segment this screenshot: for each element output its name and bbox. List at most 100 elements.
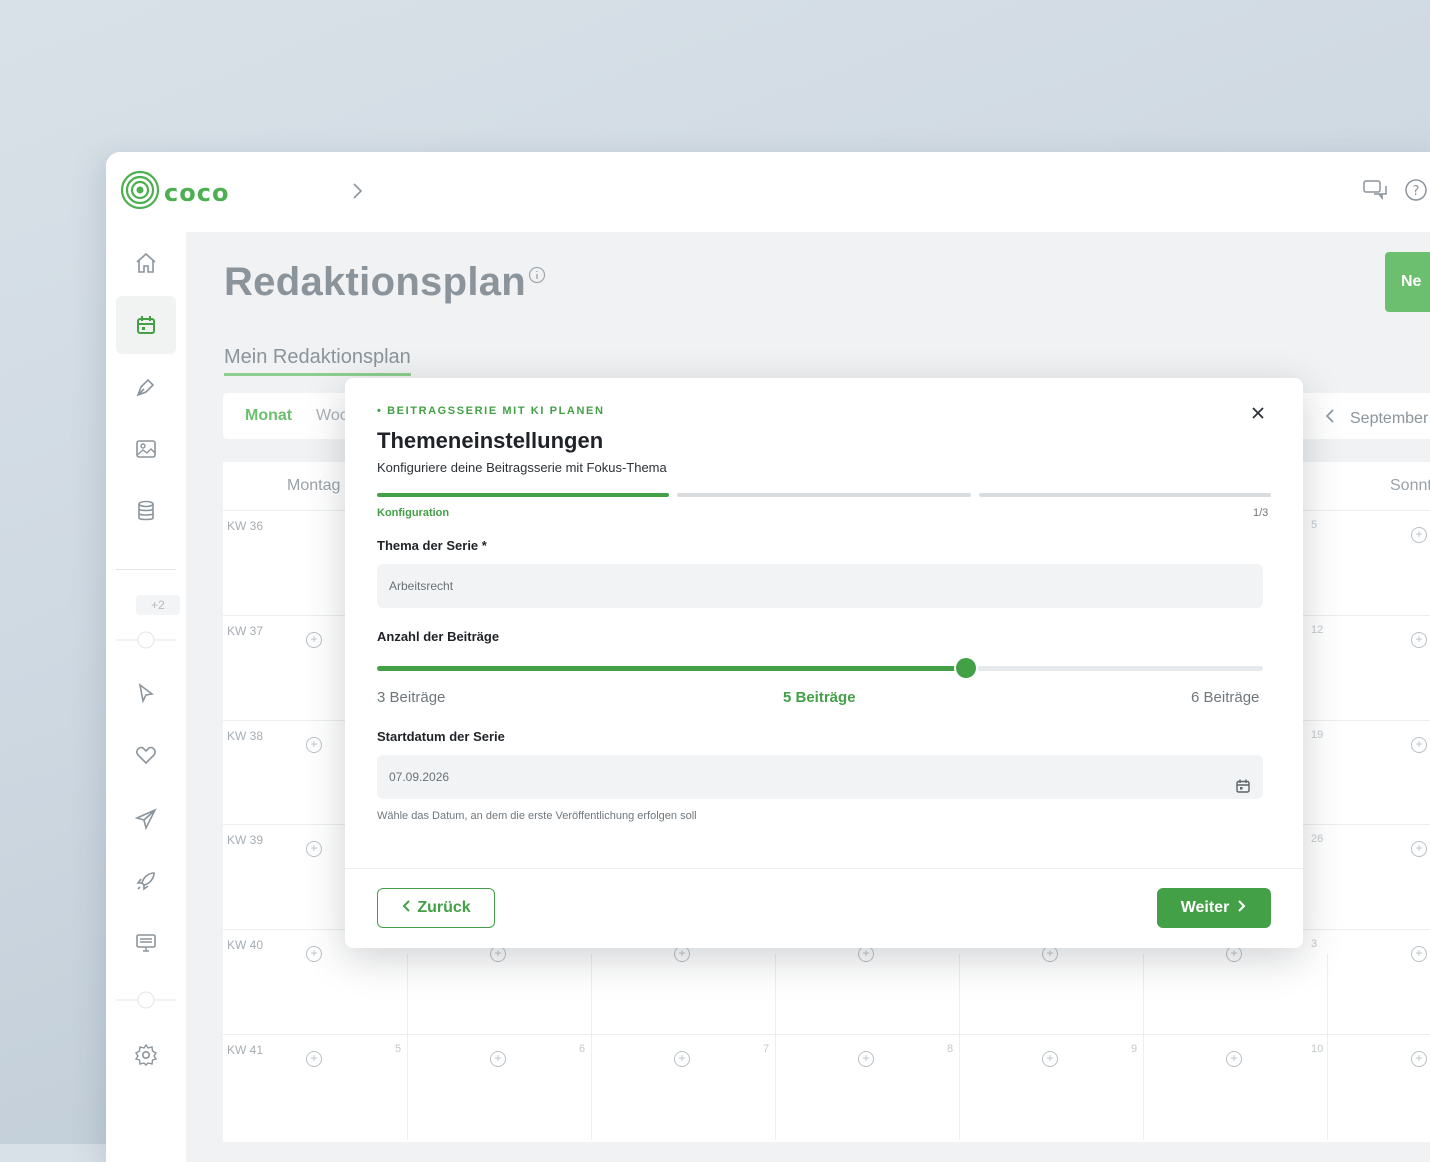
add-post-icon[interactable]: + bbox=[306, 631, 322, 648]
logo-text: coco bbox=[164, 178, 230, 207]
add-post-icon[interactable]: + bbox=[1411, 736, 1427, 753]
next-button[interactable]: Weiter bbox=[1157, 888, 1271, 928]
column-divider bbox=[775, 954, 776, 1140]
slider-min-label: 3 Beiträge bbox=[377, 689, 446, 706]
step-count: 1/3 bbox=[1253, 507, 1269, 519]
add-post-icon[interactable]: + bbox=[490, 946, 506, 963]
week-number: KW 37 bbox=[227, 623, 264, 638]
sunday-day-number: 12 bbox=[1311, 623, 1324, 636]
add-post-icon[interactable]: + bbox=[1411, 1051, 1427, 1067]
chevron-right-icon bbox=[1237, 899, 1247, 918]
svg-text:?: ? bbox=[1413, 184, 1420, 199]
column-divider bbox=[1327, 954, 1328, 1140]
help-icon[interactable]: ? bbox=[1404, 178, 1428, 207]
top-icons: ? bbox=[1362, 178, 1428, 207]
add-post-icon[interactable]: + bbox=[1411, 527, 1427, 543]
image-icon[interactable] bbox=[116, 420, 176, 478]
info-icon[interactable] bbox=[528, 266, 546, 289]
sidebar-badge: +2 bbox=[136, 595, 180, 615]
slider-fill bbox=[377, 666, 967, 671]
step-1-bar bbox=[377, 493, 669, 497]
calendar-picker-icon[interactable] bbox=[1235, 768, 1251, 812]
chevron-right-icon[interactable] bbox=[346, 180, 368, 207]
week-number: KW 39 bbox=[227, 833, 264, 848]
post-count-slider[interactable] bbox=[377, 658, 1263, 678]
logo[interactable]: coco bbox=[120, 170, 229, 215]
chat-icon[interactable] bbox=[1362, 178, 1390, 207]
step-label: Konfiguration bbox=[377, 507, 450, 519]
start-date-hint: Wähle das Datum, an dem die erste Veröff… bbox=[377, 810, 697, 822]
home-icon[interactable] bbox=[116, 234, 176, 292]
sunday-day-number: 10 bbox=[1311, 1043, 1324, 1055]
topic-label: Thema der Serie * bbox=[377, 538, 487, 553]
sunday-day-number: 26 bbox=[1311, 833, 1324, 846]
settings-icon[interactable] bbox=[116, 1026, 176, 1084]
add-post-icon[interactable]: + bbox=[1042, 1051, 1058, 1067]
send-icon[interactable] bbox=[116, 790, 176, 848]
slider-thumb[interactable] bbox=[956, 658, 977, 678]
series-modal: • BEITRAGSSERIE MIT KI PLANEN Themeneins… bbox=[345, 378, 1303, 948]
step-3-bar bbox=[979, 493, 1271, 497]
sidebar-separator bbox=[116, 630, 176, 650]
day-number: 5 bbox=[395, 1043, 402, 1055]
tab-month[interactable]: Monat bbox=[245, 407, 292, 425]
close-icon[interactable] bbox=[1251, 406, 1265, 425]
column-divider bbox=[959, 954, 960, 1140]
step-2-bar bbox=[677, 493, 971, 497]
top-bar: coco ? bbox=[106, 152, 1430, 232]
column-divider bbox=[1143, 954, 1144, 1140]
tab-week[interactable]: Woc bbox=[316, 407, 348, 425]
add-post-icon[interactable]: + bbox=[1411, 841, 1427, 858]
heart-icon[interactable] bbox=[116, 726, 176, 784]
chevron-left-icon[interactable] bbox=[1324, 408, 1336, 429]
add-post-icon[interactable]: + bbox=[306, 841, 322, 858]
tab-mein-redaktionsplan[interactable]: Mein Redaktionsplan bbox=[224, 346, 411, 376]
add-post-icon[interactable]: + bbox=[306, 946, 322, 963]
add-post-icon[interactable]: + bbox=[1226, 1051, 1242, 1067]
start-date-value: 07.09.2026 bbox=[389, 770, 450, 784]
start-date-input[interactable]: 07.09.2026 bbox=[377, 755, 1263, 799]
week-number: KW 40 bbox=[227, 938, 264, 953]
add-post-icon[interactable]: + bbox=[674, 1051, 690, 1067]
add-post-icon[interactable]: + bbox=[1411, 946, 1427, 963]
week-number: KW 36 bbox=[227, 519, 264, 533]
column-divider bbox=[407, 954, 408, 1140]
modal-eyebrow: • BEITRAGSSERIE MIT KI PLANEN bbox=[377, 405, 605, 417]
add-post-icon[interactable]: + bbox=[858, 1051, 874, 1067]
day-number: 6 bbox=[579, 1043, 586, 1055]
day-header-monday: Montag bbox=[287, 477, 341, 494]
add-post-icon[interactable]: + bbox=[674, 946, 690, 963]
monitor-icon[interactable] bbox=[116, 914, 176, 972]
topic-input[interactable]: Arbeitsrecht bbox=[377, 564, 1263, 608]
calendar-week-row: KW 41 +10 + +5 +6 +7 +8 +9 bbox=[223, 1034, 1430, 1139]
add-post-icon[interactable]: + bbox=[306, 736, 322, 753]
modal-footer-divider bbox=[345, 868, 1303, 869]
add-post-icon[interactable]: + bbox=[306, 1051, 322, 1067]
app-window: coco ? +2 Redaktionsplan Ne Mein Redakti… bbox=[106, 152, 1430, 1162]
day-header-sunday: Sonnt bbox=[1390, 477, 1430, 494]
current-month: September bbox=[1350, 409, 1429, 427]
month-nav: September bbox=[1324, 408, 1428, 429]
pen-icon[interactable] bbox=[116, 358, 176, 416]
add-post-icon[interactable]: + bbox=[1411, 631, 1427, 648]
start-date-label: Startdatum der Serie bbox=[377, 729, 505, 744]
day-number: 9 bbox=[1131, 1043, 1138, 1055]
add-post-icon[interactable]: + bbox=[1042, 946, 1058, 963]
rocket-icon[interactable] bbox=[116, 852, 176, 910]
add-post-icon[interactable]: + bbox=[490, 1051, 506, 1067]
week-number: KW 38 bbox=[227, 728, 264, 743]
modal-subtitle: Konfiguriere deine Beitragsserie mit Fok… bbox=[377, 460, 667, 475]
new-post-button[interactable]: Ne bbox=[1385, 252, 1430, 312]
sidebar-divider bbox=[116, 569, 176, 570]
add-post-icon[interactable]: + bbox=[858, 946, 874, 963]
database-icon[interactable] bbox=[116, 482, 176, 540]
cursor-icon[interactable] bbox=[116, 664, 176, 722]
sunday-day-number: 3 bbox=[1311, 938, 1318, 951]
add-post-icon[interactable]: + bbox=[1226, 946, 1242, 963]
back-button[interactable]: Zurück bbox=[377, 888, 495, 928]
sidebar-separator-2 bbox=[116, 990, 176, 1010]
slider-value-label: 5 Beiträge bbox=[783, 689, 856, 706]
logo-icon bbox=[120, 170, 160, 215]
modal-title: Themeneinstellungen bbox=[377, 428, 604, 453]
calendar-icon[interactable] bbox=[116, 296, 176, 354]
